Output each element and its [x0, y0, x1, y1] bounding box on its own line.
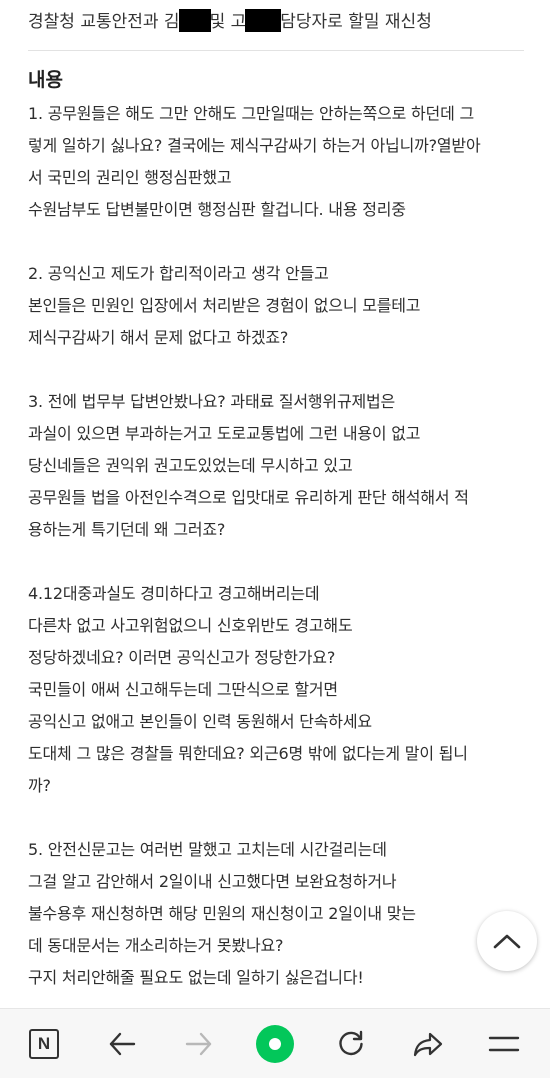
body-text-line: 제식구감싸기 해서 문제 없다고 하겠죠?: [28, 328, 289, 347]
naver-home-icon: N: [29, 1028, 59, 1059]
body-text-line: 공무원들 법을 아전인수격으로 입맛대로 유리하게 판단 해석해서 적: [28, 488, 469, 507]
body-text-line: 용하는게 특기던데 왜 그러죠?: [28, 520, 226, 539]
share-button[interactable]: [398, 1009, 458, 1078]
body-text-line: 까?: [28, 776, 51, 795]
section-heading: 내용: [28, 69, 63, 91]
title-part-2: 및 고: [209, 12, 247, 32]
browser-toolbar: N: [0, 1008, 550, 1078]
body-text-line: 서 국민의 권리인 행정심판했고: [28, 168, 232, 187]
body-text-line: 렇게 일하기 싫나요? 결국에는 제식구감싸기 하는거 아닙니까?열받아: [28, 136, 481, 155]
body-text-line: 불수용후 재신청하면 해당 민원의 재신청이고 2일이내 맞는: [28, 904, 416, 923]
body-text-line: 국민들이 애써 신고해두는데 그딴식으로 할거면: [28, 680, 338, 699]
green-dot-icon: [256, 1024, 294, 1063]
body-text-line: 당신네들은 권익위 권고도있었는데 무시하고 있고: [28, 456, 353, 475]
body-text-line: 본인들은 민원인 입장에서 처리받은 경험이 없으니 모를테고: [28, 296, 421, 315]
body-text-line: 2. 공익신고 제도가 합리적이라고 생각 안들고: [28, 264, 329, 283]
body-text-line: 그걸 알고 감안해서 2일이내 신고했다면 보완요청하거나: [28, 872, 397, 891]
body-text-line: 1. 공무원들은 해도 그만 안해도 그만일때는 안하는쪽으로 하던데 그: [28, 104, 474, 123]
redaction-box: [180, 11, 209, 30]
body-text-line: 공익신고 없애고 본인들이 인력 동원해서 단속하세요: [28, 712, 372, 731]
forward-button[interactable]: [169, 1009, 229, 1078]
refresh-button[interactable]: [321, 1009, 381, 1078]
naver-home-button[interactable]: N: [14, 1009, 74, 1078]
chevron-up-icon: [493, 934, 521, 949]
menu-button[interactable]: [474, 1009, 534, 1078]
body-text-line: 구지 처리안해줄 필요도 없는데 일하기 싫은겁니다!: [28, 968, 364, 987]
body-text-line: 다른차 없고 사고위험없으니 신호위반도 경고해도: [28, 616, 353, 635]
post-body: 1. 공무원들은 해도 그만 안해도 그만일때는 안하는쪽으로 하던데 그렇게 …: [28, 98, 528, 994]
title-divider: [28, 50, 524, 51]
body-text-line: 5. 안전신문고는 여러번 말했고 고치는데 시간걸리는데: [28, 840, 387, 859]
green-dot-button[interactable]: [245, 1009, 305, 1078]
back-arrow-icon: [109, 1032, 136, 1055]
back-button[interactable]: [92, 1009, 152, 1078]
share-icon: [413, 1032, 443, 1056]
title-part-1: 경찰청 교통안전과 김: [28, 12, 180, 32]
title-part-3: 담당자로 할밀 재신청: [280, 12, 432, 32]
refresh-icon: [339, 1030, 363, 1055]
post-title: 경찰청 교통안전과 김 및 고 담당자로 할밀 재신청: [28, 8, 524, 36]
home-label: N: [37, 1033, 51, 1053]
scroll-to-top-button[interactable]: [477, 911, 537, 971]
body-text-line: 도대체 그 많은 경찰들 뭐한데요? 외근6명 밖에 없다는게 말이 됩니: [28, 744, 468, 763]
forward-arrow-icon: [185, 1032, 212, 1055]
menu-icon: [488, 1036, 520, 1051]
body-text-line: 3. 전에 법무부 답변안봤나요? 과태료 질서행위규제법은: [28, 392, 396, 411]
body-text-line: 과실이 있으면 부과하는거고 도로교통법에 그런 내용이 없고: [28, 424, 421, 443]
body-text-line: 정당하겠네요? 이러면 공익신고가 정당한가요?: [28, 648, 336, 667]
body-text-line: 데 동대문서는 개소리하는거 못봤나요?: [28, 936, 284, 955]
body-text-line: 4.12대중과실도 경미하다고 경고해버리는데: [28, 584, 320, 603]
body-text-line: 수원남부도 답변불만이면 행정심판 할겁니다. 내용 정리중: [28, 200, 406, 219]
redaction-box: [247, 11, 280, 30]
